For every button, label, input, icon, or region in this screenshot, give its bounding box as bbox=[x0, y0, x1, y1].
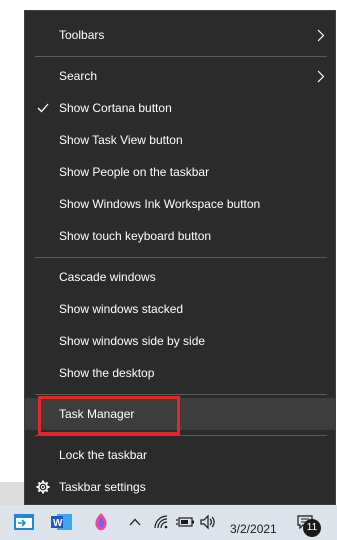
terminal-app-icon[interactable] bbox=[12, 510, 36, 534]
date-display[interactable]: 3/2/2021 bbox=[230, 522, 277, 536]
menu-item-label: Show Cortana button bbox=[59, 101, 172, 115]
notification-count-badge: 11 bbox=[303, 519, 321, 537]
network-icon[interactable] bbox=[153, 510, 171, 534]
battery-icon[interactable] bbox=[175, 510, 195, 534]
menu-item-cascade-windows[interactable]: Cascade windows bbox=[25, 261, 335, 293]
menu-item-show-the-desktop[interactable]: Show the desktop bbox=[25, 357, 335, 389]
chevron-up-icon[interactable] bbox=[128, 510, 142, 534]
taskbar-context-menu: Toolbars Search Show Cortana button Show… bbox=[24, 10, 336, 505]
chevron-right-icon bbox=[313, 19, 329, 51]
menu-item-label: Show touch keyboard button bbox=[59, 229, 212, 243]
menu-item-label: Show the desktop bbox=[59, 366, 155, 380]
menu-separator bbox=[35, 56, 327, 57]
volume-icon[interactable] bbox=[198, 510, 218, 534]
menu-item-label: Taskbar settings bbox=[59, 480, 146, 494]
gear-icon bbox=[33, 471, 53, 503]
menu-item-show-cortana-button[interactable]: Show Cortana button bbox=[25, 92, 335, 124]
menu-item-lock-the-taskbar[interactable]: Lock the taskbar bbox=[25, 439, 335, 471]
menu-item-show-task-view-button[interactable]: Show Task View button bbox=[25, 124, 335, 156]
paint-3d-icon[interactable] bbox=[89, 510, 113, 534]
menu-item-label: Show Windows Ink Workspace button bbox=[59, 197, 261, 211]
menu-separator bbox=[35, 394, 327, 395]
chevron-right-icon bbox=[313, 60, 329, 92]
menu-item-show-windows-stacked[interactable]: Show windows stacked bbox=[25, 293, 335, 325]
desktop-background bbox=[0, 0, 24, 505]
menu-item-show-windows-ink[interactable]: Show Windows Ink Workspace button bbox=[25, 188, 335, 220]
menu-item-label: Show Task View button bbox=[59, 133, 183, 147]
menu-item-search[interactable]: Search bbox=[25, 60, 335, 92]
menu-item-toolbars[interactable]: Toolbars bbox=[25, 19, 335, 51]
checkmark-icon bbox=[33, 92, 53, 124]
menu-item-label: Toolbars bbox=[59, 28, 105, 42]
menu-item-label: Search bbox=[59, 69, 98, 83]
menu-item-label: Show People on the taskbar bbox=[59, 165, 210, 179]
menu-item-label: Lock the taskbar bbox=[59, 448, 148, 462]
window-edge bbox=[0, 482, 24, 505]
menu-separator bbox=[35, 435, 327, 436]
menu-item-show-people[interactable]: Show People on the taskbar bbox=[25, 156, 335, 188]
word-icon[interactable]: W bbox=[48, 510, 74, 534]
menu-item-label: Cascade windows bbox=[59, 270, 156, 284]
svg-text:W: W bbox=[53, 518, 63, 529]
menu-item-taskbar-settings[interactable]: Taskbar settings bbox=[25, 471, 335, 503]
highlight-annotation-box bbox=[38, 396, 180, 435]
menu-item-show-windows-side-by-side[interactable]: Show windows side by side bbox=[25, 325, 335, 357]
menu-item-label: Show windows stacked bbox=[59, 302, 184, 316]
taskbar: W 3/2/2021 11 bbox=[0, 505, 337, 540]
menu-item-show-touch-keyboard[interactable]: Show touch keyboard button bbox=[25, 220, 335, 252]
menu-item-label: Show windows side by side bbox=[59, 334, 206, 348]
menu-separator bbox=[35, 257, 327, 258]
